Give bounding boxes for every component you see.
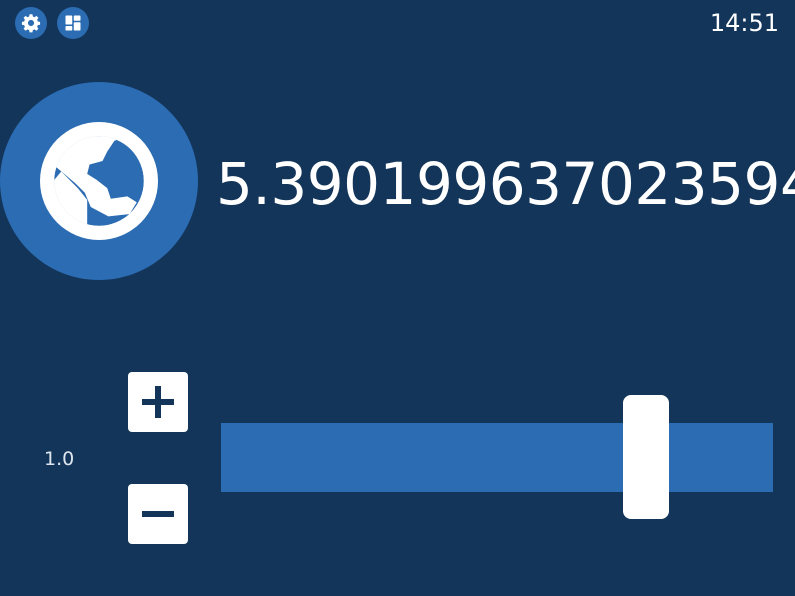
- dashboard-button[interactable]: [57, 7, 89, 39]
- settings-button[interactable]: [15, 7, 47, 39]
- slider-track[interactable]: [221, 423, 773, 492]
- globe-badge: [0, 82, 198, 280]
- step-value: 1.0: [44, 448, 75, 470]
- minus-icon: [142, 511, 174, 517]
- plus-icon: [142, 386, 174, 418]
- clock: 14:51: [709, 9, 779, 37]
- globe-icon: [40, 122, 158, 240]
- increment-button[interactable]: [128, 372, 188, 432]
- slider-thumb[interactable]: [623, 395, 669, 519]
- decrement-button[interactable]: [128, 484, 188, 544]
- measurement-value: 5.390199637023594: [216, 150, 795, 218]
- gear-icon: [21, 14, 41, 33]
- dashboard-grid-icon: [65, 15, 81, 31]
